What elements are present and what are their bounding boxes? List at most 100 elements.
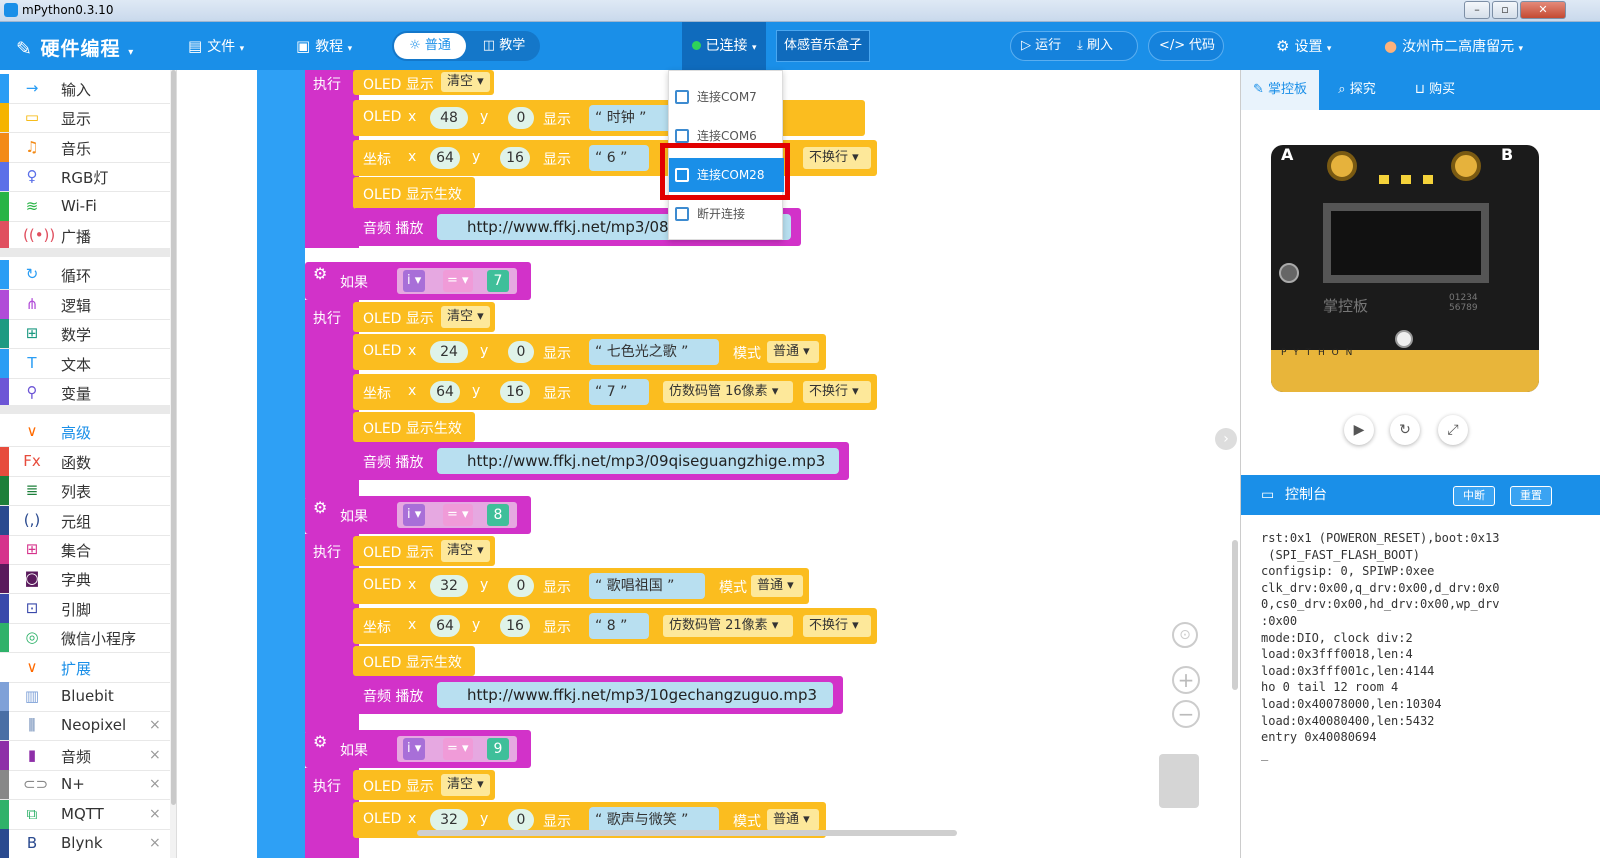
mode-normal-button[interactable]: ☼ 普通	[394, 33, 466, 59]
y-value[interactable]: 16	[500, 381, 530, 403]
connection-button[interactable]: 已连接 ▾	[682, 22, 766, 70]
compare-block[interactable]: i ▾ = ▾ 9	[397, 736, 517, 762]
music-box-button[interactable]: 体感音乐盒子	[776, 30, 870, 62]
sidebar-item-audio[interactable]: ▮ 音频 ×	[0, 740, 170, 771]
x-value[interactable]: 64	[430, 615, 460, 637]
expand-panel-icon[interactable]: ›	[1215, 428, 1237, 450]
sidebar-item-list[interactable]: ≣ 列表	[0, 476, 170, 507]
close-button[interactable]: ✕	[1520, 1, 1566, 19]
if-block-2[interactable]: ⚙ 如果 i ▾ = ▾ 7	[305, 262, 531, 300]
gear-icon[interactable]: ⚙	[313, 498, 327, 517]
x-value[interactable]: 64	[430, 381, 460, 403]
y-value[interactable]: 0	[508, 341, 534, 363]
clear-dropdown[interactable]: 清空 ▾	[441, 540, 490, 562]
text-input[interactable]: “ 时钟 ”	[589, 105, 679, 131]
run-button[interactable]: ▷ 运行	[1021, 32, 1061, 60]
text-input[interactable]: “ 8 ”	[589, 613, 649, 639]
reset-button[interactable]: 重置	[1510, 486, 1552, 506]
var-dropdown[interactable]: i ▾	[403, 270, 426, 292]
audio-play-block[interactable]: 音频 播放 http://www.ffkj.net/mp3/10gechangz…	[353, 676, 843, 714]
clear-dropdown[interactable]: 清空 ▾	[441, 72, 490, 92]
clear-dropdown[interactable]: 清空 ▾	[441, 774, 490, 796]
wrap-dropdown[interactable]: 不换行 ▾	[803, 147, 871, 169]
fullscreen-icon[interactable]: ⤢	[1438, 415, 1468, 445]
menu-file[interactable]: ▤ 文件 ▾	[188, 36, 244, 56]
sidebar-item-chevron-down[interactable]: ∨ 扩展	[0, 653, 170, 683]
zoom-out-icon[interactable]: −	[1172, 700, 1200, 728]
coord-text-block[interactable]: 坐标 x 64 y 16 显示 “ 6 ” 不换行 ▾	[353, 140, 877, 176]
oled-clear-block[interactable]: OLED 显示 清空 ▾	[353, 70, 494, 95]
compare-block[interactable]: i ▾ = ▾ 8	[397, 502, 517, 528]
mode-teach-button[interactable]: ◫ 教学	[470, 33, 538, 59]
sidebar-item-math[interactable]: ⊞ 数学	[0, 319, 170, 350]
break-button[interactable]: 中断	[1453, 486, 1495, 506]
sidebar-item-bluebit[interactable]: ▥ Bluebit	[0, 682, 170, 712]
sidebar-item-neopixel[interactable]: ⫼ Neopixel ×	[0, 711, 170, 742]
sidebar-item-nplus[interactable]: ⊂⊃ N+ ×	[0, 770, 170, 801]
touch-pad-right[interactable]	[1451, 151, 1481, 181]
sidebar-item-chevron-down[interactable]: ∨ 高级	[0, 417, 170, 448]
var-dropdown[interactable]: i ▾	[403, 738, 426, 760]
dropdown-item-disconnect[interactable]: 断开连接	[669, 197, 784, 231]
sidebar-item-set[interactable]: ⊞ 集合	[0, 535, 170, 565]
wrap-dropdown[interactable]: 不换行 ▾	[803, 615, 871, 637]
font-dropdown[interactable]: 仿数码管 21像素 ▾	[663, 615, 793, 637]
coord-text-block[interactable]: 坐标 x 64 y 16 显示 “ 7 ” 仿数码管 16像素 ▾ 不换行 ▾	[353, 374, 877, 410]
remove-extension-icon[interactable]: ×	[149, 806, 161, 822]
x-value[interactable]: 64	[430, 147, 460, 169]
sidebar-item-input[interactable]: → 输入	[0, 74, 170, 104]
audio-play-block[interactable]: 音频 播放 http://www.ffkj.net/mp3/09qiseguan…	[353, 442, 849, 480]
font-dropdown[interactable]: 仿数码管 16像素 ▾	[663, 381, 793, 403]
sidebar-item-wifi[interactable]: ≋ Wi-Fi	[0, 191, 170, 222]
text-input[interactable]: “ 6 ”	[589, 145, 649, 171]
sidebar-item-function[interactable]: Fx 函数	[0, 446, 170, 477]
wrap-dropdown[interactable]: 不换行 ▾	[803, 381, 871, 403]
condition-value[interactable]: 9	[487, 738, 509, 760]
workspace-hscroll[interactable]	[417, 830, 957, 836]
sidebar-item-loop[interactable]: ↻ 循环	[0, 260, 170, 291]
condition-value[interactable]: 7	[487, 270, 509, 292]
x-value[interactable]: 32	[430, 575, 468, 597]
dropdown-item-com7[interactable]: 连接COM7	[669, 80, 784, 114]
oled-effect-block[interactable]: OLED 显示生效	[353, 646, 475, 676]
logo[interactable]: ✎ 硬件编程 ▾	[16, 34, 134, 61]
sidebar-item-logic[interactable]: ⋔ 逻辑	[0, 289, 170, 320]
sidebar-item-variable[interactable]: ⚲ 变量	[0, 378, 170, 408]
x-value[interactable]: 32	[430, 809, 468, 831]
if-block-1[interactable]	[305, 70, 359, 248]
tab-explore[interactable]: ⌕ 探究	[1319, 70, 1395, 110]
sidebar-item-text[interactable]: T 文本	[0, 348, 170, 379]
mode-dropdown[interactable]: 普通 ▾	[767, 341, 819, 363]
tab-buy[interactable]: ⊔ 购买	[1397, 70, 1473, 110]
if-block-4[interactable]: ⚙ 如果 i ▾ = ▾ 9	[305, 730, 531, 768]
sidebar-item-blynk[interactable]: B Blynk ×	[0, 829, 170, 858]
oled-effect-block[interactable]: OLED 显示生效	[353, 177, 475, 209]
menu-settings[interactable]: ⚙ 设置 ▾	[1276, 36, 1331, 56]
y-value[interactable]: 0	[508, 575, 534, 597]
play-icon[interactable]: ▶	[1344, 415, 1374, 445]
trash-icon[interactable]	[1159, 754, 1199, 808]
oled-clear-block[interactable]: OLED 显示 清空 ▾	[353, 770, 495, 800]
code-button[interactable]: </> 代码	[1148, 31, 1224, 61]
menu-tutorial[interactable]: ▣ 教程 ▾	[296, 36, 352, 56]
oled-text-block[interactable]: OLED x 24 y 0 显示 “ 七色光之歌 ” 模式 普通 ▾	[353, 334, 826, 370]
compare-block[interactable]: i ▾ = ▾ 7	[397, 268, 517, 294]
oled-clear-block[interactable]: OLED 显示 清空 ▾	[353, 536, 495, 566]
sidebar-item-mqtt[interactable]: ⧉ MQTT ×	[0, 799, 170, 830]
sidebar-item-broadcast[interactable]: ((•)) 广播	[0, 221, 170, 251]
sidebar-item-music[interactable]: ♫ 音乐	[0, 132, 170, 163]
sidebar-item-wechat[interactable]: ◎ 微信小程序	[0, 623, 170, 654]
clear-dropdown[interactable]: 清空 ▾	[441, 306, 490, 328]
var-dropdown[interactable]: i ▾	[403, 504, 426, 526]
user-menu[interactable]: ● 汝州市二高唐留元 ▾	[1384, 36, 1523, 56]
oled-clear-block[interactable]: OLED 显示 清空 ▾	[353, 302, 495, 332]
mode-dropdown[interactable]: 普通 ▾	[751, 575, 803, 597]
sidebar-item-tuple[interactable]: (,) 元组	[0, 505, 170, 536]
sidebar-item-display[interactable]: ▭ 显示	[0, 103, 170, 134]
remove-extension-icon[interactable]: ×	[149, 835, 161, 851]
text-input[interactable]: “ 7 ”	[589, 379, 649, 405]
gear-icon[interactable]: ⚙	[313, 264, 327, 283]
sidebar-item-pin[interactable]: ⊡ 引脚	[0, 593, 170, 624]
condition-value[interactable]: 8	[487, 504, 509, 526]
mode-switch[interactable]: ☼ 普通 ◫ 教学	[392, 31, 540, 61]
